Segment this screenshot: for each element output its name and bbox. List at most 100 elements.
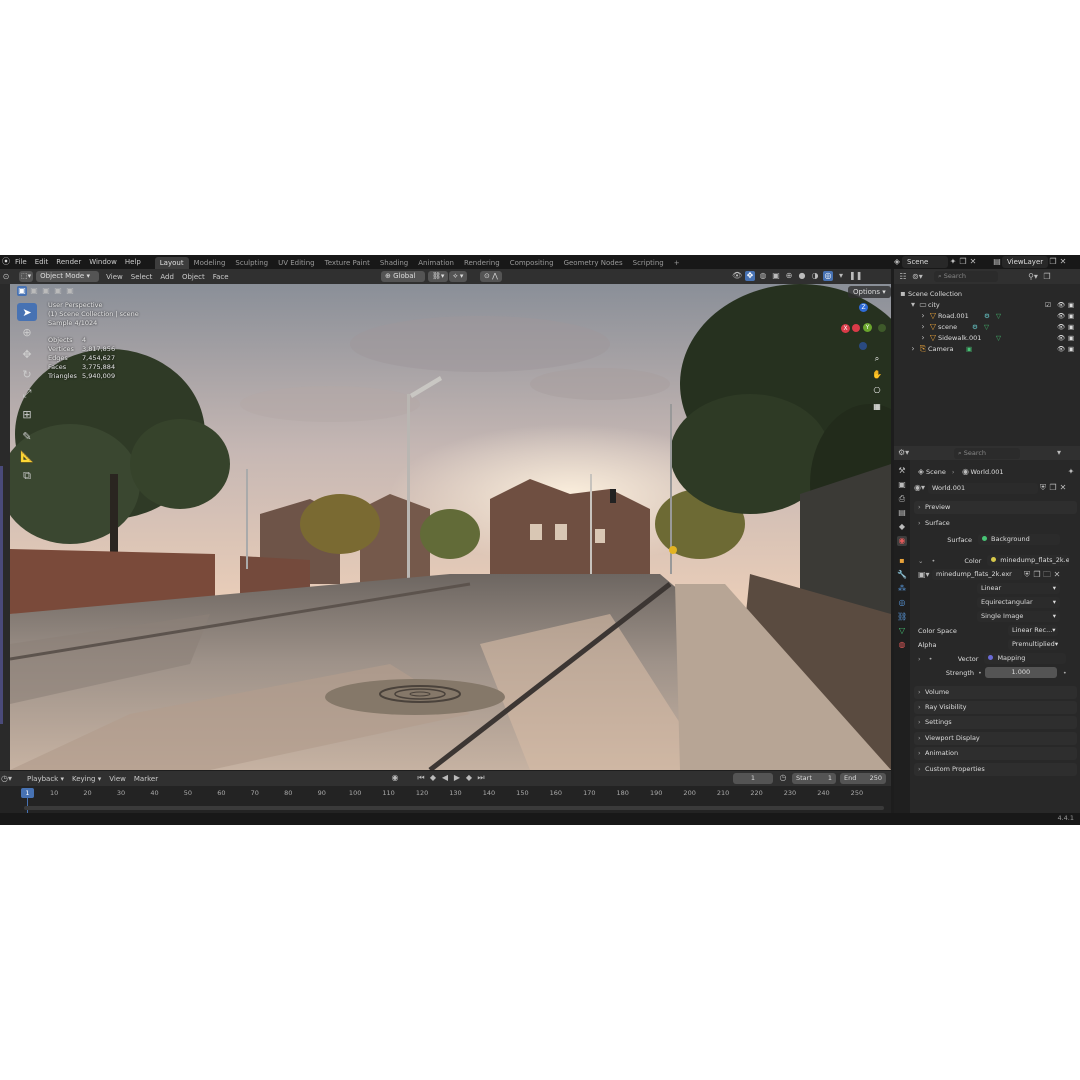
timeline-editor-icon[interactable]: ◷▾ — [1, 774, 12, 784]
duplicate-world-icon[interactable]: ❐ — [1048, 483, 1058, 493]
mode-dropdown[interactable]: Object Mode ▾ — [36, 271, 100, 282]
new-scene-icon[interactable]: ❐ — [958, 257, 968, 267]
menu-window[interactable]: Window — [85, 256, 121, 268]
add-cube-tool-icon[interactable]: ⧉ — [17, 467, 37, 485]
tab-rendering[interactable]: Rendering — [459, 257, 505, 269]
vector-node-field[interactable]: Mapping — [984, 653, 1067, 664]
delete-scene-icon[interactable]: ✕ — [968, 257, 978, 267]
tab-texture-paint[interactable]: Texture Paint — [320, 257, 375, 269]
material-tab-icon[interactable]: ◍ — [897, 640, 907, 650]
delete-view-layer-icon[interactable]: ✕ — [1058, 257, 1068, 267]
strength-input[interactable]: 1.000 — [984, 667, 1057, 678]
color-space-dropdown[interactable]: Linear Rec...▾ — [1008, 625, 1058, 636]
panel-custom-properties[interactable]: Custom Properties — [914, 763, 1077, 776]
gizmo-x-axis[interactable]: X — [841, 324, 850, 333]
gizmo-y-axis[interactable]: Y — [863, 323, 872, 332]
panel-surface[interactable]: Surface — [914, 517, 1077, 530]
include-checkbox[interactable]: ☑ — [1045, 301, 1051, 309]
constraints-tab-icon[interactable]: ⛓ — [897, 612, 907, 622]
alpha-dropdown[interactable]: Premultiplied▾ — [1008, 639, 1058, 650]
view-layer-name-field[interactable]: ViewLayer — [1002, 256, 1048, 268]
camera-render-icon[interactable]: ▣ — [1068, 323, 1074, 331]
outliner-scene-collection[interactable]: ▪ Scene Collection — [898, 288, 1080, 299]
physics-tab-icon[interactable]: ◎ — [897, 598, 907, 608]
shading-wireframe-icon[interactable]: ⊕ — [784, 271, 794, 281]
jump-keyframe-forward-icon[interactable]: ◆ — [464, 773, 474, 783]
world-browse-icon[interactable]: ◉▾ — [914, 483, 925, 493]
overlays-icon[interactable]: ◍ — [758, 271, 768, 281]
particles-tab-icon[interactable]: ⁂ — [897, 584, 907, 594]
viewport-menu-view[interactable]: View — [102, 271, 127, 283]
outliner-item-scene[interactable]: › ▽ scene ⚙ ▽ 👁 ▣ — [898, 321, 1080, 332]
playhead-frame-indicator[interactable]: 1 — [21, 788, 34, 798]
expand-icon[interactable]: ▾ — [908, 300, 918, 310]
gizmo-x-positive[interactable] — [852, 324, 860, 332]
tab-geometry-nodes[interactable]: Geometry Nodes — [559, 257, 628, 269]
unlink-image-icon[interactable]: ✕ — [1052, 570, 1062, 580]
transform-orientation-dropdown[interactable]: ⊕ Global — [381, 271, 425, 282]
surface-node-field[interactable]: Background — [978, 534, 1060, 545]
cursor-tool-icon[interactable]: ⊕ — [17, 323, 37, 341]
viewport-menu-face[interactable]: Face — [209, 271, 233, 283]
interpolation-dropdown[interactable]: Linear ▾ — [977, 583, 1060, 594]
rotate-tool-icon[interactable]: ↻ — [17, 365, 37, 383]
measure-tool-icon[interactable]: 📐 — [17, 447, 37, 465]
new-view-layer-icon[interactable]: ❐ — [1048, 257, 1058, 267]
expand-icon[interactable]: › — [908, 344, 918, 354]
select-new-icon[interactable]: ▣ — [17, 286, 27, 296]
pin-icon[interactable]: ✦ — [1066, 467, 1076, 477]
zoom-icon[interactable]: ⌕ — [872, 354, 882, 364]
outliner-item-camera[interactable]: › ⎘ Camera ▣ 👁 ▣ — [898, 343, 1080, 354]
properties-search-input[interactable]: ⌕ Search — [954, 447, 1020, 459]
projection-dropdown[interactable]: Equirectangular ▾ — [977, 597, 1060, 608]
modifiers-tab-icon[interactable]: 🔧 — [897, 570, 907, 580]
viewport-options-button[interactable]: Options ▾ — [848, 286, 891, 298]
image-name-field[interactable]: minedump_flats_2k.exr — [932, 569, 1022, 580]
new-collection-icon[interactable]: ❐ — [1042, 272, 1052, 282]
viewport-menu-object[interactable]: Object — [178, 271, 209, 283]
snap-dropdown[interactable]: ⟡ ▾ — [449, 271, 468, 282]
expand-icon[interactable]: › — [918, 655, 921, 663]
panel-animation[interactable]: Animation — [914, 747, 1077, 760]
camera-render-icon[interactable]: ▣ — [1068, 345, 1074, 353]
outliner-editor-icon[interactable]: ☷ — [898, 272, 908, 282]
tab-shading[interactable]: Shading — [375, 257, 413, 269]
select-extend-icon[interactable]: ▣ — [29, 286, 39, 296]
outliner-collection-city[interactable]: ▾ ▭ city ☑ 👁 ▣ — [898, 299, 1080, 310]
pan-hand-icon[interactable]: ✋ — [872, 370, 882, 380]
tool-tab-icon[interactable]: ⚒ — [897, 466, 907, 476]
menu-file[interactable]: File — [11, 256, 31, 268]
jump-start-icon[interactable]: ⏮ — [416, 773, 426, 783]
scene-tab-icon[interactable]: ◆ — [897, 522, 907, 532]
proportional-edit-button[interactable]: ⊙ ⋀ — [480, 271, 502, 282]
tab-uv-editing[interactable]: UV Editing — [273, 257, 320, 269]
shading-rendered-icon[interactable]: ◎ — [823, 271, 833, 281]
eye-icon[interactable]: 👁 — [1057, 323, 1065, 331]
menu-render[interactable]: Render — [52, 256, 85, 268]
panel-ray-visibility[interactable]: Ray Visibility — [914, 701, 1077, 714]
panel-preview[interactable]: Preview — [914, 501, 1077, 514]
select-invert-icon[interactable]: ▣ — [53, 286, 63, 296]
gizmo-toggle-icon[interactable]: ✥ — [745, 271, 755, 281]
pivot-dropdown[interactable]: ⛓▾ — [428, 271, 449, 282]
side-tab-strip[interactable] — [0, 466, 3, 724]
select-subtract-icon[interactable]: ▣ — [41, 286, 51, 296]
expand-icon[interactable]: › — [918, 311, 928, 321]
outliner-item-sidewalk[interactable]: › ▽ Sidewalk.001 ▽ 👁 ▣ — [898, 332, 1080, 343]
scale-tool-icon[interactable]: ⤢ — [17, 385, 37, 403]
eye-icon[interactable]: 👁 — [1057, 312, 1065, 320]
data-tab-icon[interactable]: ▽ — [897, 626, 907, 636]
properties-editor-icon[interactable]: ⚙▾ — [898, 448, 909, 458]
play-icon[interactable]: ▶ — [452, 773, 462, 783]
panel-settings[interactable]: Settings — [914, 716, 1077, 729]
annotate-tool-icon[interactable]: ✎ — [17, 427, 37, 445]
camera-render-icon[interactable]: ▣ — [1068, 312, 1074, 320]
world-name-field[interactable]: World.001 — [928, 482, 1038, 494]
source-dropdown[interactable]: Single Image ▾ — [977, 611, 1060, 622]
object-tab-icon[interactable]: ▪ — [897, 556, 907, 566]
color-node-field[interactable]: minedump_flats_2k.exr — [987, 555, 1070, 566]
timeline-scrollbar[interactable] — [24, 806, 884, 810]
eye-icon[interactable]: 👁 — [1057, 334, 1065, 342]
tab-animation[interactable]: Animation — [413, 257, 459, 269]
menu-edit[interactable]: Edit — [31, 256, 53, 268]
